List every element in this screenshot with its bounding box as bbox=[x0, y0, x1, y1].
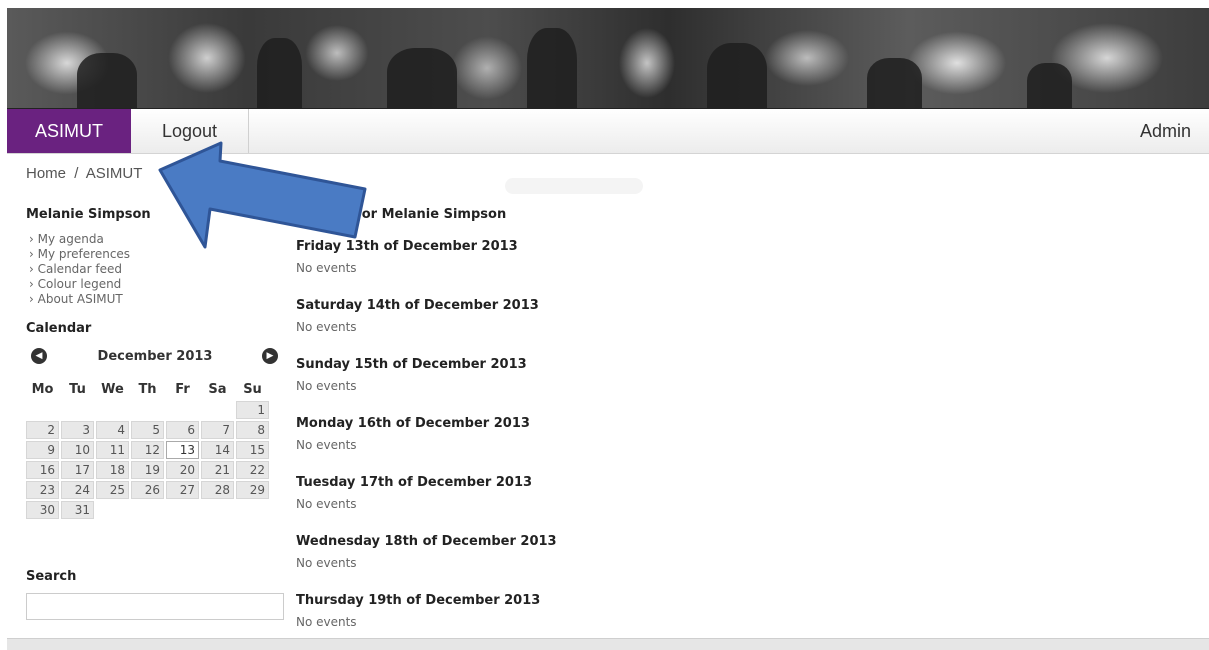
annotation-arrow-icon bbox=[158, 141, 367, 249]
